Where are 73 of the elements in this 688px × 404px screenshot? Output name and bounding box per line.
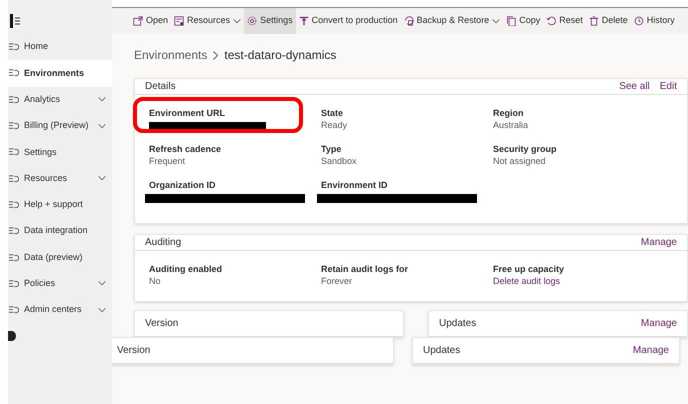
toolbar-button[interactable]: History: [630, 8, 678, 34]
field-label: Type: [321, 143, 342, 155]
reset-icon: [546, 16, 556, 26]
sidebar-item[interactable]: Resources: [8, 165, 112, 192]
card-title: Version: [117, 344, 152, 358]
nav-icon: [8, 226, 19, 236]
toolbar-button[interactable]: Copy: [503, 8, 544, 34]
toolbar-button[interactable]: Resources: [171, 8, 244, 34]
field-value: Not assigned: [493, 155, 547, 167]
field-value: Sandbox: [321, 155, 358, 167]
nav-icon: [8, 200, 19, 210]
sidebar-item[interactable]: Policies: [8, 270, 112, 297]
settings-icon: [247, 16, 258, 26]
toolbar-button[interactable]: Open: [130, 8, 172, 34]
toolbar-button[interactable]: Delete: [586, 8, 631, 34]
field-value: Ready: [321, 119, 348, 131]
field-link[interactable]: Delete audit logs: [493, 275, 673, 287]
nav-icon: [8, 42, 19, 52]
card-title: Updates: [439, 317, 478, 331]
sidebar-item[interactable]: Settings: [8, 139, 112, 166]
breadcrumb-link[interactable]: Environments: [134, 46, 208, 64]
nav-icon: [8, 174, 19, 184]
card-link[interactable]: Manage: [632, 343, 669, 358]
sidebar-item[interactable]: Admin centers: [8, 296, 112, 324]
card-title: Updates: [423, 344, 462, 358]
sidebar-item[interactable]: Environments: [8, 60, 112, 87]
nav-icon: [8, 121, 19, 132]
field-label: Security group: [493, 143, 558, 155]
card-link[interactable]: See all: [619, 79, 650, 94]
nav-icon: [8, 305, 19, 316]
toolbar-button[interactable]: Convert to production: [296, 8, 401, 34]
field-value: No: [149, 275, 162, 287]
field-value: Australia: [493, 119, 530, 131]
field-label: Environment URL: [149, 107, 226, 119]
field-label: Auditing enabled: [149, 263, 223, 275]
trash-icon: [588, 16, 599, 26]
toolbar-button[interactable]: Settings: [244, 8, 296, 34]
resources-icon: [174, 16, 184, 26]
sidebar-item[interactable]: Analytics: [8, 86, 112, 113]
field-label: Retain audit logs for: [321, 263, 410, 275]
toolbar-button[interactable]: Backup & Restore: [400, 8, 504, 34]
toolbar-button[interactable]: Reset: [543, 8, 586, 34]
sidebar-item[interactable]: Help + support: [8, 192, 112, 218]
field-label: Environment ID: [321, 179, 389, 191]
sidebar-item[interactable]: Billing (Preview): [8, 112, 112, 140]
field-label: Organization ID: [149, 179, 217, 191]
field-value: Forever: [321, 275, 354, 287]
sidebar-item[interactable]: Data integration: [8, 218, 112, 244]
card-link[interactable]: Manage: [640, 316, 677, 331]
nav-icon: [8, 252, 19, 263]
sidebar-item[interactable]: Home: [8, 34, 112, 60]
card-link[interactable]: Edit: [660, 79, 677, 94]
card-title: Auditing: [145, 236, 182, 250]
field-label: State: [321, 107, 344, 119]
page-title: test-dataro-dynamics: [224, 47, 336, 64]
field-value: Frequent: [149, 155, 186, 167]
history-icon: [634, 16, 644, 26]
copy-icon: [506, 16, 516, 26]
nav-icon: [8, 278, 19, 289]
sidebar-item[interactable]: Data (preview): [8, 244, 112, 271]
card-title: Version: [145, 317, 180, 331]
nav-icon: [8, 68, 19, 78]
field-label: Region: [493, 107, 524, 119]
card-title: Details: [145, 80, 177, 94]
nav-icon: [8, 147, 19, 158]
menu-icon[interactable]: [10, 14, 20, 28]
nav-icon: [8, 94, 19, 105]
chevron-right-icon: [213, 50, 218, 60]
card-link[interactable]: Manage: [640, 235, 677, 250]
field-label: Refresh cadence: [149, 143, 222, 155]
backup-icon: [404, 16, 414, 26]
open-icon: [133, 16, 143, 26]
field-label: Free up capacity: [493, 263, 566, 275]
